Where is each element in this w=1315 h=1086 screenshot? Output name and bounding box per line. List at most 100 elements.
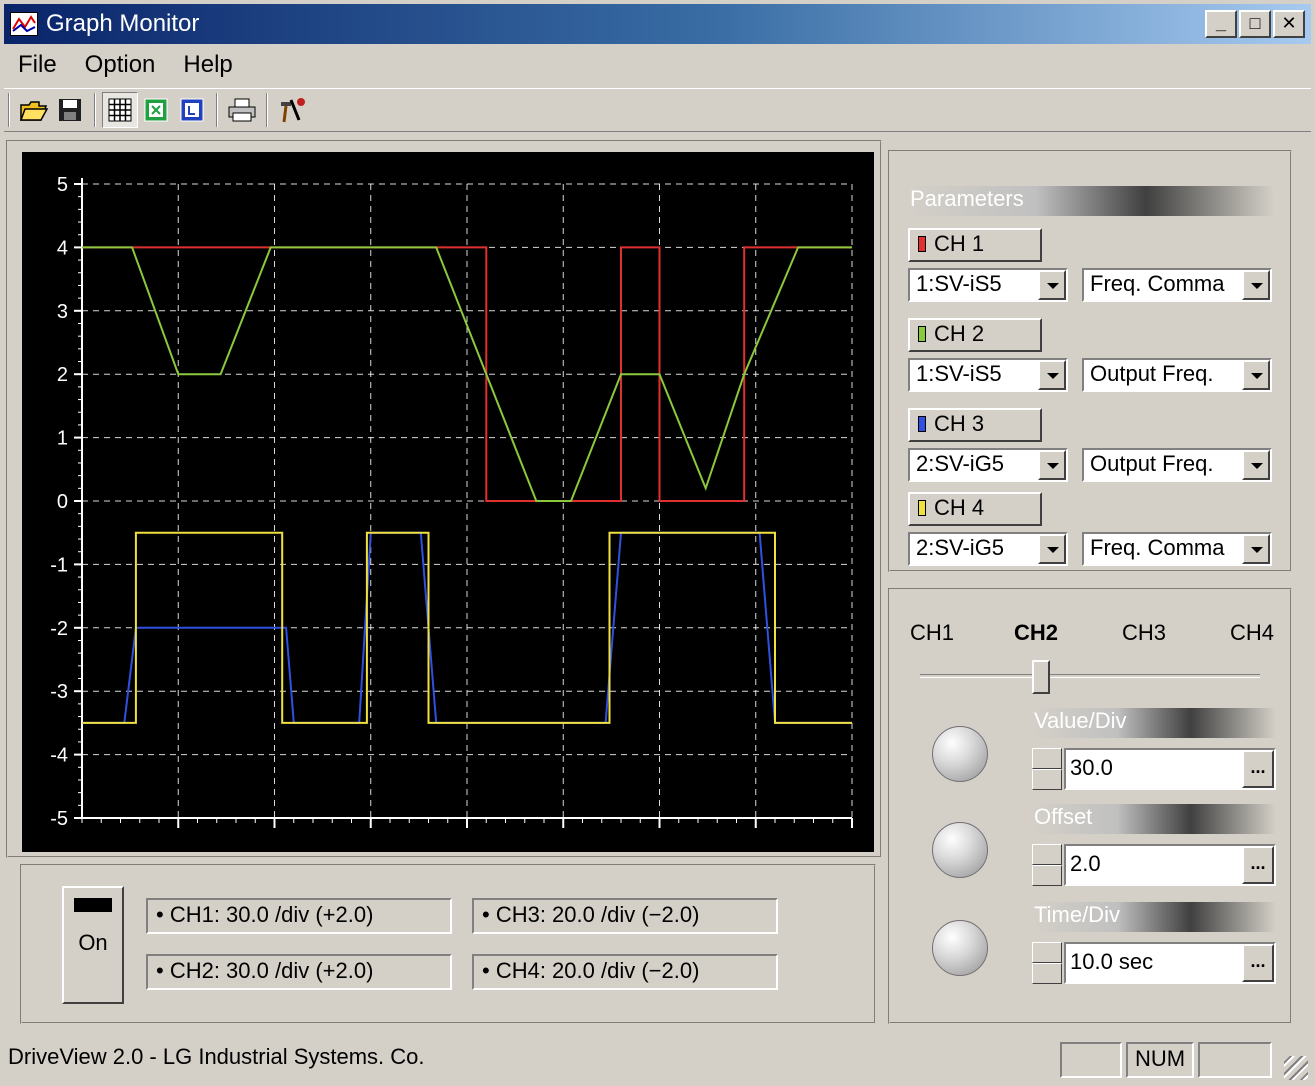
- toolbar-separator: [94, 93, 96, 127]
- close-button[interactable]: ✕: [1273, 10, 1305, 38]
- value-div-field[interactable]: 30.0...: [1064, 748, 1276, 790]
- minimize-button[interactable]: _: [1205, 10, 1237, 38]
- chevron-down-icon[interactable]: [1242, 360, 1270, 390]
- toolbar-separator: [216, 93, 218, 127]
- scale-controls-panel: CH1 CH2 CH3 CH4 Value/Div 30.0... Offset…: [888, 588, 1292, 1024]
- time-div-browse-button[interactable]: ...: [1242, 944, 1274, 982]
- ch4-device-value: 2:SV-iG5: [916, 535, 1005, 560]
- chevron-down-icon[interactable]: [1038, 450, 1066, 480]
- toolbar-separator: [8, 93, 10, 127]
- y-tick-label: -5: [50, 808, 68, 830]
- status-pane-empty: [1060, 1042, 1122, 1078]
- offset-knob-icon[interactable]: [932, 822, 988, 878]
- ch1-param-value: Freq. Comma: [1090, 271, 1225, 296]
- ch2-scale-readout: • CH2: 30.0 /div (+2.0): [146, 954, 452, 990]
- save-disk-icon[interactable]: [52, 92, 88, 128]
- y-tick-label: 0: [57, 491, 68, 513]
- offset-field[interactable]: 2.0...: [1064, 844, 1276, 886]
- ch4-color-swatch: [918, 500, 926, 516]
- ch4-button[interactable]: CH 4: [908, 492, 1042, 526]
- chevron-down-icon[interactable]: [1242, 270, 1270, 300]
- ch4-scale-readout: • CH4: 20.0 /div (−2.0): [472, 954, 778, 990]
- window-title: Graph Monitor: [46, 10, 200, 37]
- menu-bar: File Option Help: [4, 46, 247, 84]
- time-div-value: 10.0 sec: [1070, 949, 1154, 974]
- ch3-param-value: Output Freq.: [1090, 451, 1214, 476]
- printer-icon[interactable]: [224, 92, 260, 128]
- ch3-param-select[interactable]: Output Freq.: [1082, 448, 1272, 482]
- excel-export-icon[interactable]: [138, 92, 174, 128]
- chevron-down-icon[interactable]: [1038, 534, 1066, 564]
- chevron-down-icon[interactable]: [1038, 270, 1066, 300]
- plot-frame: 5 4 3 2 1 0 -1 -2 -3 -4 -5: [6, 140, 882, 858]
- selector-label-ch4[interactable]: CH4: [1230, 620, 1274, 646]
- selector-label-ch3[interactable]: CH3: [1122, 620, 1166, 646]
- ch2-button-label: CH 2: [934, 321, 985, 346]
- ch2-device-value: 1:SV-iS5: [916, 361, 1002, 386]
- ch1-scale-readout: • CH1: 30.0 /div (+2.0): [146, 898, 452, 934]
- log-export-icon[interactable]: [174, 92, 210, 128]
- ch4-param-select[interactable]: Freq. Comma: [1082, 532, 1272, 566]
- ch1-param-select[interactable]: Freq. Comma: [1082, 268, 1272, 302]
- ch1-device-select[interactable]: 1:SV-iS5: [908, 268, 1068, 302]
- value-div-spinner[interactable]: [1032, 748, 1062, 790]
- ch1-color-swatch: [918, 236, 926, 252]
- value-div-label: Value/Div: [1032, 708, 1276, 738]
- parameters-panel: Parameters CH 1 1:SV-iS5 Freq. Comma CH …: [888, 150, 1292, 572]
- value-div-browse-button[interactable]: ...: [1242, 750, 1274, 788]
- offset-browse-button[interactable]: ...: [1242, 846, 1274, 884]
- tools-hammer-icon[interactable]: [274, 92, 310, 128]
- time-div-spinner[interactable]: [1032, 942, 1062, 984]
- ch4-device-select[interactable]: 2:SV-iG5: [908, 532, 1068, 566]
- run-toggle-button[interactable]: On: [62, 886, 124, 1004]
- ch3-color-swatch: [918, 416, 926, 432]
- status-pane-empty: [1198, 1042, 1272, 1078]
- y-tick-label: -2: [50, 618, 68, 640]
- channel-slider-track[interactable]: [920, 674, 1260, 678]
- ch3-button[interactable]: CH 3: [908, 408, 1042, 442]
- y-tick-label: 4: [57, 237, 68, 259]
- menu-option[interactable]: Option: [71, 51, 170, 79]
- selector-label-ch2[interactable]: CH2: [1014, 620, 1058, 646]
- maximize-button[interactable]: □: [1239, 10, 1271, 38]
- chevron-down-icon[interactable]: [1242, 450, 1270, 480]
- offset-value: 2.0: [1070, 851, 1101, 876]
- graph-chart: 5 4 3 2 1 0 -1 -2 -3 -4 -5: [50, 174, 853, 830]
- run-indicator: [74, 898, 112, 912]
- spin-down-icon[interactable]: [1032, 865, 1062, 886]
- spin-up-icon[interactable]: [1032, 942, 1062, 963]
- y-tick-label: -4: [50, 745, 68, 767]
- grid-toggle-icon[interactable]: [102, 92, 138, 128]
- time-div-knob-icon[interactable]: [932, 920, 988, 976]
- spin-down-icon[interactable]: [1032, 769, 1062, 790]
- ch1-button[interactable]: CH 1: [908, 228, 1042, 262]
- value-div-knob-icon[interactable]: [932, 726, 988, 782]
- ch3-device-select[interactable]: 2:SV-iG5: [908, 448, 1068, 482]
- ch2-param-select[interactable]: Output Freq.: [1082, 358, 1272, 392]
- parameters-header: Parameters: [908, 186, 1274, 216]
- spin-up-icon[interactable]: [1032, 748, 1062, 769]
- ch3-device-value: 2:SV-iG5: [916, 451, 1005, 476]
- open-folder-icon[interactable]: [16, 92, 52, 128]
- run-toggle-label: On: [78, 930, 108, 955]
- menu-help[interactable]: Help: [169, 51, 246, 79]
- resize-grip-icon[interactable]: [1284, 1056, 1308, 1080]
- channel-slider-thumb[interactable]: [1032, 660, 1050, 694]
- title-bar: Graph Monitor _ □ ✕: [4, 4, 1311, 44]
- spin-up-icon[interactable]: [1032, 844, 1062, 865]
- chevron-down-icon[interactable]: [1038, 360, 1066, 390]
- ch2-button[interactable]: CH 2: [908, 318, 1042, 352]
- selector-label-ch1[interactable]: CH1: [910, 620, 954, 646]
- menu-file[interactable]: File: [4, 51, 71, 79]
- time-div-field[interactable]: 10.0 sec...: [1064, 942, 1276, 984]
- y-tick-label: 1: [57, 428, 68, 450]
- status-num-indicator: NUM: [1126, 1042, 1194, 1078]
- spin-down-icon[interactable]: [1032, 963, 1062, 984]
- ch3-button-label: CH 3: [934, 411, 985, 436]
- toolbar: [4, 88, 1311, 132]
- y-tick-label: -1: [50, 554, 68, 576]
- offset-spinner[interactable]: [1032, 844, 1062, 886]
- ch2-device-select[interactable]: 1:SV-iS5: [908, 358, 1068, 392]
- ch3-scale-readout: • CH3: 20.0 /div (−2.0): [472, 898, 778, 934]
- chevron-down-icon[interactable]: [1242, 534, 1270, 564]
